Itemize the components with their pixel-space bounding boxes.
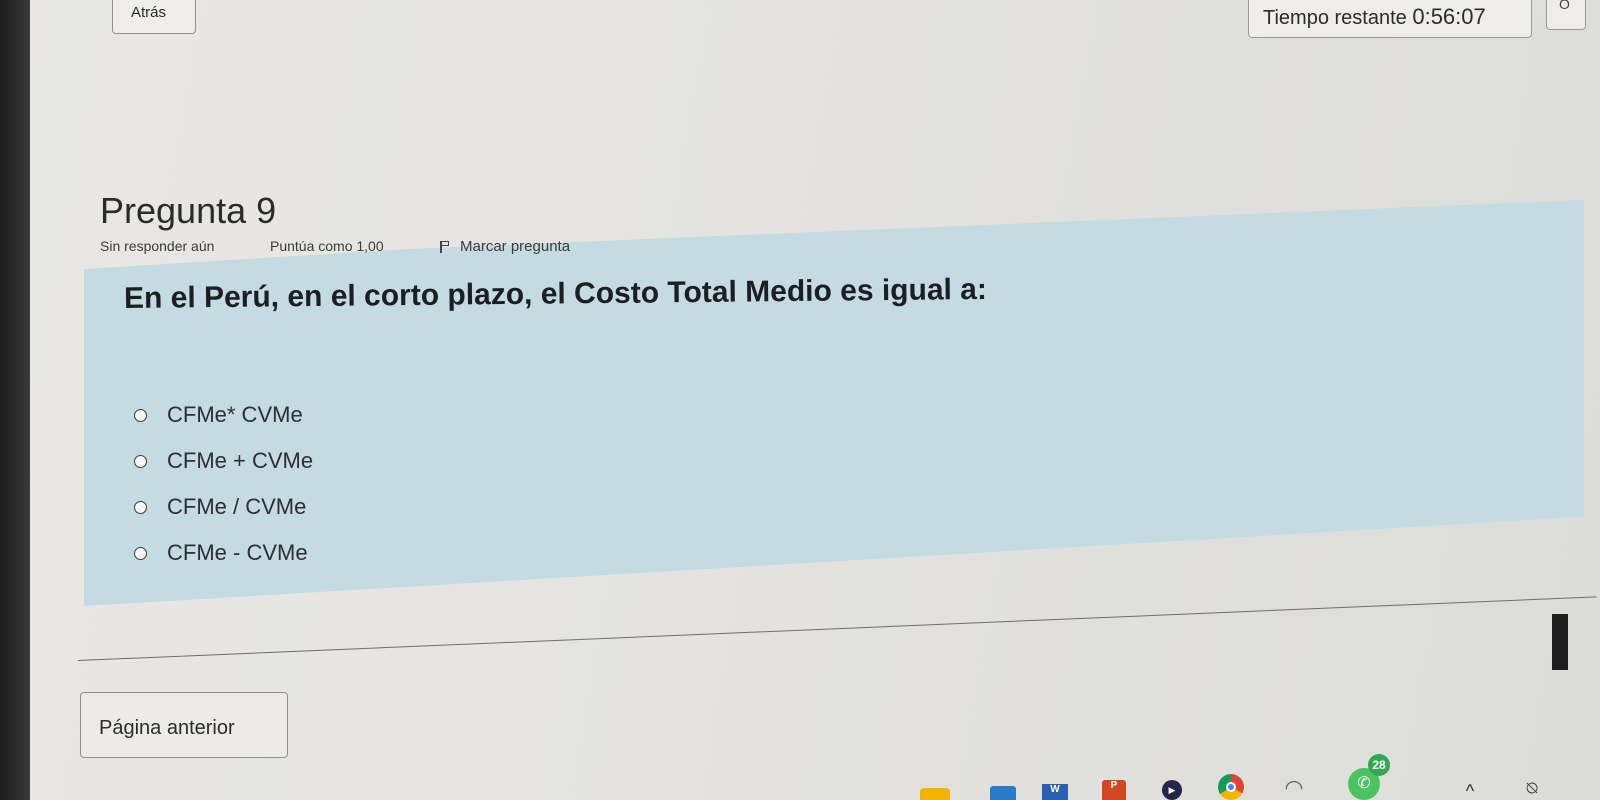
time-remaining-box: Tiempo restante 0:56:07 xyxy=(1248,0,1532,38)
radio-button[interactable] xyxy=(134,454,147,468)
media-player-icon[interactable]: ▶ xyxy=(1162,780,1182,800)
timer-value: 0:56:07 xyxy=(1412,4,1486,29)
question-status: Sin responder aún xyxy=(100,238,215,254)
flag-question-link[interactable]: Marcar pregunta xyxy=(440,238,570,255)
answer-option-label[interactable]: CFMe / CVMe xyxy=(167,494,306,520)
powerpoint-icon[interactable]: P xyxy=(1102,780,1126,800)
scrollbar-thumb[interactable] xyxy=(1552,614,1568,670)
weather-icon[interactable] xyxy=(920,788,950,800)
word-icon[interactable]: W xyxy=(1042,784,1068,800)
taskbar: W P ▶ ◠ ✆ 28 ^ ⍉ xyxy=(780,754,1600,800)
answer-option[interactable]: CFMe* CVMe xyxy=(134,392,313,438)
answer-option[interactable]: CFMe + CVMe xyxy=(134,438,313,484)
answer-options: CFMe* CVMe CFMe + CVMe CFMe / CVMe CFMe … xyxy=(134,392,313,576)
back-button[interactable]: Atrás xyxy=(112,0,196,34)
screen-bezel xyxy=(0,0,30,800)
wifi-icon[interactable]: ◠ xyxy=(1280,776,1308,800)
timer-toggle-button[interactable]: O xyxy=(1546,0,1586,30)
notification-badge: 28 xyxy=(1368,754,1390,776)
radio-button[interactable] xyxy=(134,546,147,560)
divider xyxy=(77,596,1597,661)
chevron-up-icon[interactable]: ^ xyxy=(1460,780,1480,800)
answer-option[interactable]: CFMe / CVMe xyxy=(134,484,313,530)
notification-icon[interactable]: ⍉ xyxy=(1520,776,1544,800)
store-icon[interactable] xyxy=(990,786,1016,800)
flag-question-label: Marcar pregunta xyxy=(460,238,571,255)
question-title: Pregunta 9 xyxy=(100,190,277,231)
timer-label: Tiempo restante xyxy=(1263,7,1407,29)
previous-page-button[interactable]: Página anterior xyxy=(80,692,288,758)
question-info: Sin responder aún Puntúa como 1,00 Marca… xyxy=(100,238,570,255)
flag-icon xyxy=(440,240,450,253)
answer-option-label[interactable]: CFMe + CVMe xyxy=(167,448,313,474)
radio-button[interactable] xyxy=(134,408,147,422)
answer-option[interactable]: CFMe - CVMe xyxy=(134,530,313,576)
answer-option-label[interactable]: CFMe* CVMe xyxy=(167,402,303,428)
question-points: Puntúa como 1,00 xyxy=(270,238,384,254)
radio-button[interactable] xyxy=(134,500,147,514)
answer-option-label[interactable]: CFMe - CVMe xyxy=(167,540,308,566)
chrome-icon[interactable] xyxy=(1218,774,1244,800)
